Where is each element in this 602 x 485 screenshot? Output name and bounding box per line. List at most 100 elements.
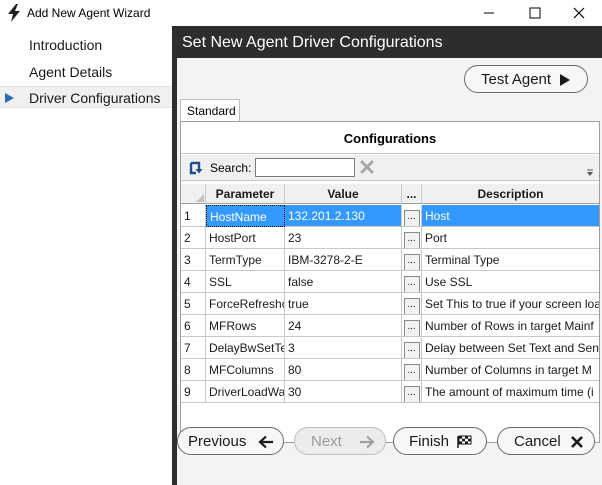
column-header-description[interactable]: Description [422, 184, 599, 204]
parameter-cell[interactable]: MFRows [206, 315, 285, 337]
parameter-cell[interactable]: HostPort [206, 227, 285, 249]
browse-button[interactable]: ... [403, 320, 420, 336]
parameter-cell[interactable]: DelayBwSetTe [206, 337, 285, 359]
row-number: 2 [181, 227, 206, 249]
table-row[interactable]: 5 ForceRefreshc true ... Set This to tru… [181, 293, 599, 315]
parameter-cell[interactable]: TermType [206, 249, 285, 271]
description-cell[interactable]: The amount of maximum time (i [422, 381, 599, 403]
sidebar-item-label: Driver Configurations [29, 90, 161, 106]
value-cell[interactable]: 132.201.2.130 [285, 205, 402, 227]
grid-header-row: Parameter Value ... Description [181, 184, 599, 204]
table-row[interactable]: 6 MFRows 24 ... Number of Rows in target… [181, 315, 599, 337]
next-label: Next [311, 433, 342, 450]
search-toolbar: Search: [181, 155, 599, 181]
tab-standard[interactable]: Standard [180, 99, 240, 121]
sidebar-item-introduction[interactable]: Introduction [0, 34, 172, 56]
parameter-cell[interactable]: MFColumns [206, 359, 285, 381]
parameter-cell[interactable]: ForceRefreshc [206, 293, 285, 315]
arrow-right-icon [360, 435, 375, 449]
minimize-button[interactable] [466, 0, 512, 26]
configurations-title: Configurations [343, 131, 437, 146]
row-number: 7 [181, 337, 206, 359]
value-cell[interactable]: 80 [285, 359, 402, 381]
description-cell[interactable]: Number of Rows in target Mainf [422, 315, 599, 337]
wizard-steps-sidebar: Introduction Agent Details Driver Config… [0, 26, 172, 485]
description-cell[interactable]: Terminal Type [422, 249, 599, 271]
value-cell[interactable]: false [285, 271, 402, 293]
parameter-cell[interactable]: SSL [206, 271, 285, 293]
configurations-header: Configurations [181, 122, 599, 154]
table-row[interactable]: 8 MFColumns 80 ... Number of Columns in … [181, 359, 599, 381]
parameter-cell[interactable]: DriverLoadWa [206, 381, 285, 403]
table-row[interactable]: 9 DriverLoadWa 30 ... The amount of maxi… [181, 381, 599, 403]
value-cell[interactable]: 3 [285, 337, 402, 359]
browse-button[interactable]: ... [403, 364, 420, 380]
browse-cell: ... [402, 205, 422, 227]
browse-cell: ... [402, 249, 422, 271]
browse-button[interactable]: ... [403, 232, 420, 248]
column-header-parameter[interactable]: Parameter [206, 184, 285, 204]
row-number: 4 [181, 271, 206, 293]
sidebar-item-agent-details[interactable]: Agent Details [0, 61, 172, 83]
row-number: 9 [181, 381, 206, 403]
value-cell[interactable]: 24 [285, 315, 402, 337]
configurations-panel: Configurations Search: Parameter Value .… [180, 121, 600, 443]
close-icon [573, 7, 585, 19]
browse-cell: ... [402, 315, 422, 337]
arrow-left-icon [258, 435, 273, 449]
browse-button[interactable]: ... [403, 254, 420, 270]
close-x-icon [571, 436, 583, 448]
page-title: Set New Agent Driver Configurations [182, 34, 443, 51]
clear-search-icon[interactable] [359, 159, 375, 175]
close-button[interactable] [556, 0, 602, 26]
maximize-icon [529, 7, 541, 19]
browse-button[interactable]: ... [403, 386, 420, 402]
parameter-cell[interactable]: HostName [206, 205, 285, 227]
browse-button[interactable]: ... [403, 342, 420, 358]
description-cell[interactable]: Port [422, 227, 599, 249]
table-row[interactable]: 1 HostName 132.201.2.130 ... Host [181, 205, 599, 227]
row-number: 5 [181, 293, 206, 315]
sidebar-item-label: Agent Details [29, 64, 113, 80]
description-cell[interactable]: Use SSL [422, 271, 599, 293]
maximize-button[interactable] [512, 0, 558, 26]
table-row[interactable]: 4 SSL false ... Use SSL [181, 271, 599, 293]
browse-button[interactable]: ... [403, 298, 420, 314]
column-header-browse[interactable]: ... [402, 184, 422, 204]
description-cell[interactable]: Host [422, 205, 599, 227]
current-step-arrow-icon [5, 93, 14, 103]
window-title: Add New Agent Wizard [27, 6, 151, 20]
browse-button[interactable]: ... [403, 210, 420, 226]
finish-button[interactable]: Finish [393, 427, 487, 455]
search-input[interactable] [255, 158, 355, 177]
refresh-icon[interactable] [189, 161, 203, 175]
column-header-value[interactable]: Value [285, 184, 402, 204]
value-cell[interactable]: true [285, 293, 402, 315]
finish-label: Finish [409, 433, 450, 450]
next-button[interactable]: Next [294, 427, 386, 455]
test-agent-button[interactable]: Test Agent [464, 65, 588, 93]
browse-cell: ... [402, 359, 422, 381]
play-icon [560, 74, 570, 86]
value-cell[interactable]: IBM-3278-2-E [285, 249, 402, 271]
value-cell[interactable]: 23 [285, 227, 402, 249]
table-row[interactable]: 7 DelayBwSetTe 3 ... Delay between Set T… [181, 337, 599, 359]
table-row[interactable]: 3 TermType IBM-3278-2-E ... Terminal Typ… [181, 249, 599, 271]
value-cell[interactable]: 30 [285, 381, 402, 403]
cancel-label: Cancel [514, 433, 561, 450]
browse-button[interactable]: ... [403, 276, 420, 292]
sidebar-item-driver-configurations[interactable]: Driver Configurations [0, 86, 172, 108]
title-bar: Add New Agent Wizard [0, 0, 602, 26]
description-cell[interactable]: Number of Columns in target M [422, 359, 599, 381]
table-row[interactable]: 2 HostPort 23 ... Port [181, 227, 599, 249]
browse-cell: ... [402, 293, 422, 315]
cancel-button[interactable]: Cancel [497, 427, 595, 455]
browse-cell: ... [402, 337, 422, 359]
description-cell[interactable]: Set This to true if your screen loa [422, 293, 599, 315]
filter-dropdown-icon[interactable] [586, 169, 594, 177]
previous-button[interactable]: Previous [177, 427, 284, 455]
description-cell[interactable]: Delay between Set Text and Senc [422, 337, 599, 359]
search-label: Search: [210, 161, 252, 175]
select-all-icon[interactable] [196, 194, 204, 202]
grid-corner [181, 184, 206, 204]
